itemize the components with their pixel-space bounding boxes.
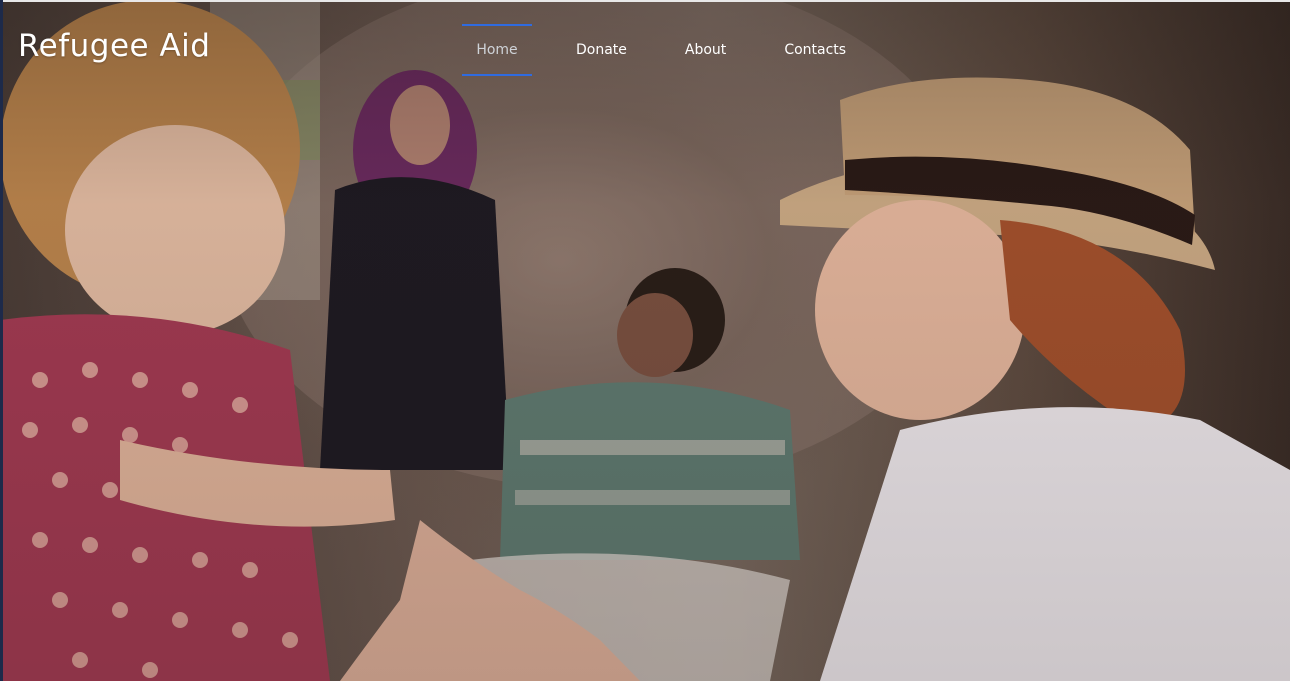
nav-contacts[interactable]: Contacts: [784, 24, 846, 76]
nav-home[interactable]: Home: [462, 24, 532, 76]
main-nav: Home Donate About Contacts: [462, 24, 846, 76]
hero-photo: [0, 0, 1290, 681]
nav-donate[interactable]: Donate: [576, 24, 627, 76]
hero-dim-overlay: [0, 0, 1290, 681]
top-border: [0, 0, 1290, 2]
nav-about[interactable]: About: [685, 24, 726, 76]
site-title[interactable]: Refugee Aid: [18, 26, 210, 66]
left-border: [0, 0, 3, 681]
page: Refugee Aid Home Donate About Contacts: [0, 0, 1290, 681]
